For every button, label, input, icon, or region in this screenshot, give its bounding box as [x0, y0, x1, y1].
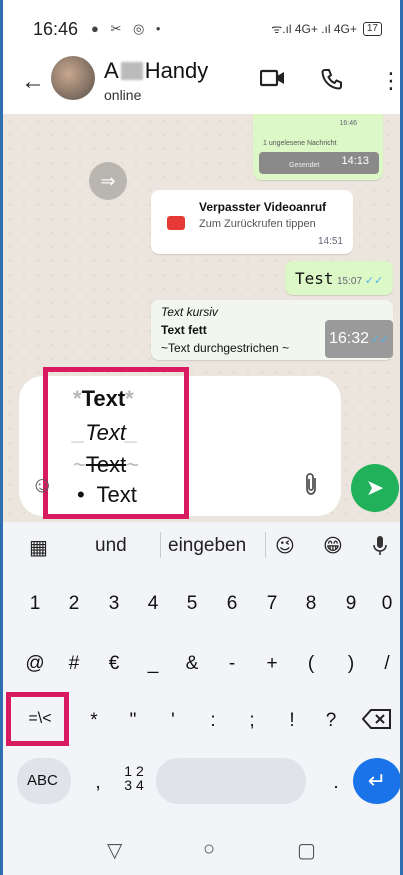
- key-semicolon[interactable]: ;: [237, 710, 267, 732]
- backspace-icon[interactable]: [360, 708, 394, 736]
- key-slash[interactable]: /: [372, 653, 400, 675]
- key-euro[interactable]: €: [99, 653, 129, 675]
- key-2[interactable]: 2: [59, 593, 89, 615]
- nav-recents-icon[interactable]: ▢: [297, 838, 316, 863]
- video-call-icon[interactable]: [259, 68, 286, 94]
- suggestion-divider: [265, 532, 266, 558]
- space-bar[interactable]: [156, 758, 306, 804]
- contact-name[interactable]: A Handy: [104, 58, 208, 84]
- sent-label: Gesendet: [289, 162, 320, 169]
- key-7[interactable]: 7: [257, 593, 287, 615]
- missed-call-bubble[interactable]: Verpasster Videoanruf Zum Zurückrufen ti…: [151, 190, 353, 254]
- missed-call-subtitle: Zum Zurückrufen tippen: [199, 218, 316, 230]
- send-button[interactable]: ➤: [351, 464, 399, 512]
- unread-note: 1 ungelesene Nachricht: [263, 140, 337, 147]
- missed-call-title: Verpasster Videoanruf: [199, 200, 327, 214]
- missed-call-time: 14:51: [317, 236, 343, 247]
- test-message-text: Test: [295, 269, 334, 288]
- message-bubble-top[interactable]: 16:46 1 ungelesene Nachricht Gesendet 14…: [253, 114, 383, 180]
- message-time: 16:46: [339, 120, 357, 127]
- missed-video-icon: [167, 216, 185, 230]
- key-asterisk[interactable]: *: [79, 710, 109, 732]
- key-4[interactable]: 4: [138, 593, 168, 615]
- suggestion-1[interactable]: und: [95, 535, 127, 557]
- microphone-icon[interactable]: [373, 535, 387, 563]
- key-question[interactable]: ?: [316, 710, 346, 732]
- phone-call-icon[interactable]: [321, 68, 343, 96]
- status-time: 16:46: [33, 19, 79, 39]
- double-check-icon: ✓✓: [370, 334, 389, 346]
- emoji-icon[interactable]: ☺: [31, 472, 53, 498]
- bold-text: Text fett: [161, 323, 207, 337]
- forward-icon[interactable]: ⇒: [89, 162, 127, 200]
- back-arrow-icon[interactable]: ←: [21, 68, 45, 96]
- key-minus[interactable]: -: [217, 653, 247, 675]
- chat-area: 16:46 1 ungelesene Nachricht Gesendet 14…: [3, 114, 400, 522]
- status-bar: 16:46 ● ✂ ◎ • ᯤ.ıl 4G+ .ıl 4G+ 17: [3, 0, 400, 50]
- nav-back-icon[interactable]: ▽: [107, 838, 122, 863]
- strike-text: ~Text durchgestrichen ~: [161, 341, 290, 355]
- numpad-top: 1 2: [124, 763, 144, 779]
- key-open-paren[interactable]: (: [296, 653, 326, 675]
- more-options-icon[interactable]: ⋮: [380, 68, 400, 94]
- enter-key[interactable]: ↵: [353, 758, 400, 804]
- emoji-suggestion-2[interactable]: 😁: [323, 535, 343, 558]
- abc-key[interactable]: ABC: [17, 758, 71, 804]
- notification-icons: ● ✂ ◎ •: [91, 21, 165, 36]
- highlight-box-input: [43, 367, 189, 519]
- formatted-message-bubble[interactable]: Text kursiv Text fett ~Text durchgestric…: [151, 300, 393, 360]
- contact-status: online: [104, 87, 142, 103]
- key-6[interactable]: 6: [217, 593, 247, 615]
- thumbnail: 16:32 ✓✓: [325, 320, 393, 358]
- key-ampersand[interactable]: &: [177, 653, 207, 675]
- abc-label: ABC: [27, 772, 58, 789]
- key-single-quote[interactable]: ': [158, 710, 188, 732]
- name-blur: [120, 62, 143, 80]
- status-right: ᯤ.ıl 4G+ .ıl 4G+ 17: [271, 20, 382, 37]
- key-close-paren[interactable]: ): [336, 653, 366, 675]
- key-colon[interactable]: :: [198, 710, 228, 732]
- key-hash[interactable]: #: [59, 653, 89, 675]
- attachment-icon[interactable]: [303, 472, 319, 502]
- contact-name-end: Handy: [144, 58, 209, 83]
- key-plus[interactable]: +: [257, 653, 287, 675]
- keyboard: ▦ und eingeben 😉 😁 1 2 3 4 5 6 7 8 9 0 @…: [3, 522, 400, 875]
- image-time: 14:13: [341, 155, 369, 167]
- chat-header: ← A Handy online ⋮: [3, 50, 400, 114]
- contact-name-start: A: [104, 58, 119, 83]
- key-underscore[interactable]: _: [138, 653, 168, 675]
- key-double-quote[interactable]: ": [118, 710, 148, 732]
- numpad-key[interactable]: 1 2 3 4: [117, 764, 151, 792]
- emoji-suggestion-1[interactable]: 😉: [275, 535, 295, 558]
- period-key[interactable]: .: [321, 772, 351, 794]
- key-9[interactable]: 9: [336, 593, 366, 615]
- key-3[interactable]: 3: [99, 593, 129, 615]
- nav-home-icon[interactable]: ○: [203, 838, 215, 861]
- image-preview[interactable]: Gesendet 14:13: [259, 152, 379, 174]
- formatted-message-time: 16:32: [329, 330, 370, 347]
- suggestion-2[interactable]: eingeben: [168, 535, 246, 557]
- italic-text: Text kursiv: [161, 305, 218, 319]
- network-icons: ᯤ.ıl 4G+ .ıl 4G+: [271, 22, 357, 36]
- key-8[interactable]: 8: [296, 593, 326, 615]
- double-check-icon: ✓✓: [364, 275, 384, 287]
- comma-key[interactable]: ,: [83, 772, 113, 794]
- suggestion-divider: [160, 532, 161, 558]
- test-message-time: 15:07: [337, 276, 363, 287]
- phone-screen: 16:46 ● ✂ ◎ • ᯤ.ıl 4G+ .ıl 4G+ 17 ← A Han…: [0, 0, 403, 875]
- highlight-box-toggle: [6, 692, 69, 746]
- key-at[interactable]: @: [20, 653, 50, 675]
- numpad-bottom: 3 4: [124, 777, 144, 793]
- battery-icon: 17: [362, 21, 382, 36]
- key-1[interactable]: 1: [20, 593, 50, 615]
- avatar[interactable]: [51, 56, 95, 100]
- suggestion-bar: ▦ und eingeben 😉 😁: [3, 522, 400, 568]
- key-0[interactable]: 0: [372, 593, 400, 615]
- apps-grid-icon[interactable]: ▦: [29, 535, 48, 560]
- test-message-bubble[interactable]: Test 15:07 ✓✓: [285, 261, 393, 295]
- key-exclamation[interactable]: !: [277, 710, 307, 732]
- key-5[interactable]: 5: [177, 593, 207, 615]
